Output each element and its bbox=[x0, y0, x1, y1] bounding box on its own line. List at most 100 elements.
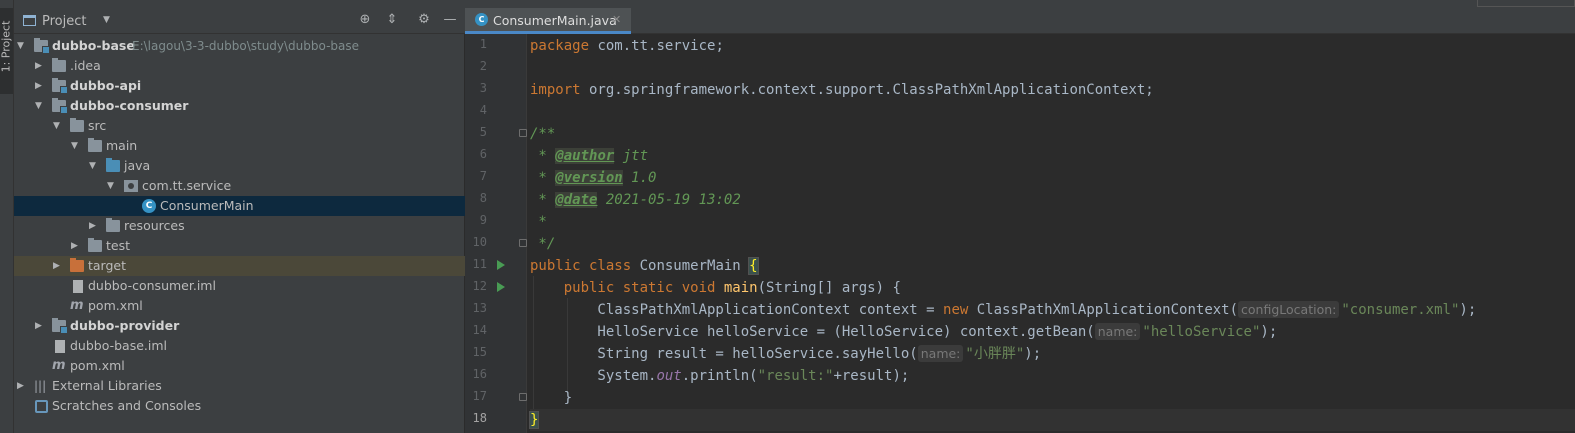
tree-item-consumer-main[interactable]: C ConsumerMain bbox=[14, 196, 465, 216]
tree-item-test[interactable]: ▶ test bbox=[14, 236, 465, 256]
search-box[interactable] bbox=[1477, 0, 1575, 7]
chevron-right-icon[interactable]: ▶ bbox=[53, 256, 63, 276]
tree-item-base-pom[interactable]: m pom.xml bbox=[14, 356, 465, 376]
tree-item-dubbo-provider[interactable]: ▶ dubbo-provider bbox=[14, 316, 465, 336]
code-token: "helloService" bbox=[1142, 324, 1261, 340]
tree-item-java[interactable]: ▼ java bbox=[14, 156, 465, 176]
run-class-icon[interactable] bbox=[497, 260, 505, 270]
java-class-icon: C bbox=[142, 199, 156, 213]
code-token: * bbox=[530, 170, 556, 186]
tree-item-main[interactable]: ▼ main bbox=[14, 136, 465, 156]
chevron-down-icon[interactable]: ▼ bbox=[89, 156, 99, 176]
fold-marker-icon[interactable] bbox=[519, 239, 527, 247]
code-token: ); bbox=[1260, 324, 1278, 340]
line-number: 7 bbox=[479, 169, 487, 183]
tree-item-external-libraries[interactable]: ▶ ||| External Libraries bbox=[14, 376, 465, 396]
module-folder-icon bbox=[52, 318, 68, 334]
tree-item-scratches[interactable]: Scratches and Consoles bbox=[14, 396, 465, 416]
tree-item-target[interactable]: ▶ target bbox=[14, 256, 465, 276]
chevron-right-icon[interactable]: ▶ bbox=[71, 236, 81, 256]
tree-item-label: java bbox=[124, 158, 151, 173]
tree-item-idea[interactable]: ▶ .idea bbox=[14, 56, 465, 76]
line-number: 6 bbox=[479, 147, 487, 161]
code-token: /** bbox=[530, 126, 556, 142]
tree-item-label: resources bbox=[124, 218, 185, 233]
code-token: String result = helloService.sayHello( bbox=[530, 346, 918, 362]
tree-item-base-iml[interactable]: dubbo-base.iml bbox=[14, 336, 465, 356]
fold-marker-icon[interactable] bbox=[519, 393, 527, 401]
gear-icon[interactable]: ⚙ bbox=[417, 13, 431, 27]
code-token: ); bbox=[1024, 346, 1042, 362]
maven-icon: m bbox=[70, 298, 84, 313]
tree-item-label: pom.xml bbox=[70, 358, 125, 373]
code-line-10: */ bbox=[530, 233, 1575, 255]
chevron-down-icon[interactable]: ▼ bbox=[53, 116, 63, 136]
code-token: public static void bbox=[563, 280, 716, 296]
tree-item-label: ConsumerMain bbox=[160, 198, 254, 213]
tree-item-label: src bbox=[88, 118, 107, 133]
tree-item-consumer-pom[interactable]: m pom.xml bbox=[14, 296, 465, 316]
code-token: out bbox=[656, 368, 682, 384]
code-token: System. bbox=[530, 368, 657, 384]
chevron-down-icon[interactable]: ▼ bbox=[35, 96, 45, 116]
run-main-icon[interactable] bbox=[497, 282, 505, 292]
code-token: ); bbox=[1459, 302, 1477, 318]
close-icon[interactable]: ✕ bbox=[612, 13, 621, 26]
project-tool-tab[interactable]: 1: Project bbox=[0, 8, 13, 94]
code-line-18: } bbox=[528, 409, 1575, 431]
iml-file-icon bbox=[73, 280, 83, 293]
scratches-icon bbox=[35, 400, 48, 413]
code-token: @date bbox=[555, 192, 598, 208]
hide-icon[interactable]: — bbox=[443, 13, 457, 27]
code-token: * bbox=[530, 148, 556, 164]
tree-item-dubbo-consumer[interactable]: ▼ dubbo-consumer bbox=[14, 96, 465, 116]
chevron-right-icon[interactable]: ▶ bbox=[35, 56, 45, 76]
chevron-right-icon[interactable]: ▶ bbox=[89, 216, 99, 236]
code-token: @author bbox=[555, 148, 615, 164]
chevron-right-icon[interactable]: ▶ bbox=[35, 316, 45, 336]
tree-item-dubbo-api[interactable]: ▶ dubbo-api bbox=[14, 76, 465, 96]
line-number: 4 bbox=[479, 103, 487, 117]
line-number: 10 bbox=[472, 235, 487, 249]
tree-item-src[interactable]: ▼ src bbox=[14, 116, 465, 136]
param-hint: name: bbox=[1094, 323, 1141, 340]
line-number: 15 bbox=[472, 345, 487, 359]
code-token: public class bbox=[530, 258, 632, 274]
editor-gutter: 1 2 3 4 5 6 7 8 9 10 11 12 13 14 15 16 1… bbox=[465, 34, 527, 433]
tree-item-consumer-iml[interactable]: dubbo-consumer.iml bbox=[14, 276, 465, 296]
module-folder-icon bbox=[52, 98, 68, 114]
tab-consumer-main[interactable]: C ConsumerMain.java ✕ bbox=[465, 8, 631, 34]
code-token: .println( bbox=[681, 368, 758, 384]
chevron-down-icon[interactable]: ▼ bbox=[107, 176, 117, 196]
tab-label: ConsumerMain.java bbox=[493, 13, 617, 28]
tree-item-resources[interactable]: ▶ resources bbox=[14, 216, 465, 236]
code-line-12: public static void main(String[] args) { bbox=[530, 277, 1575, 299]
tree-item-label: dubbo-consumer bbox=[70, 98, 189, 113]
resources-folder-icon bbox=[106, 218, 120, 232]
code-line-11: public class ConsumerMain { bbox=[530, 255, 1575, 277]
tree-item-dubbo-base[interactable]: ▼ dubbo-base E:\lagou\3-3-dubbo\study\du… bbox=[14, 36, 465, 56]
chevron-right-icon[interactable]: ▶ bbox=[35, 76, 45, 96]
param-hint: configLocation: bbox=[1238, 301, 1340, 318]
chevron-down-icon[interactable]: ▼ bbox=[71, 136, 81, 156]
tree-item-label: test bbox=[106, 238, 131, 253]
code-area[interactable]: package com.tt.service; import org.sprin… bbox=[528, 34, 1575, 433]
line-number: 5 bbox=[479, 125, 487, 139]
collapse-all-icon[interactable]: ⇕ bbox=[385, 13, 399, 27]
code-token: ClassPathXmlApplicationContext( bbox=[968, 302, 1239, 318]
code-editor: C ConsumerMain.java ✕ 1 2 3 4 5 6 7 8 9 … bbox=[465, 0, 1575, 433]
code-token: ClassPathXmlApplicationContext context = bbox=[530, 302, 944, 318]
line-number: 16 bbox=[472, 367, 487, 381]
chevron-right-icon[interactable]: ▶ bbox=[17, 376, 27, 396]
locate-icon[interactable]: ⊕ bbox=[358, 13, 372, 27]
iml-file-icon bbox=[55, 340, 65, 353]
source-folder-icon bbox=[106, 158, 120, 172]
chevron-down-icon[interactable]: ▼ bbox=[17, 36, 27, 56]
fold-marker-icon[interactable] bbox=[519, 129, 527, 137]
project-panel-title[interactable]: Project bbox=[42, 14, 86, 29]
tree-item-package[interactable]: ▼ com.tt.service bbox=[14, 176, 465, 196]
chevron-down-icon[interactable]: ▼ bbox=[103, 15, 110, 25]
line-number: 17 bbox=[472, 389, 487, 403]
